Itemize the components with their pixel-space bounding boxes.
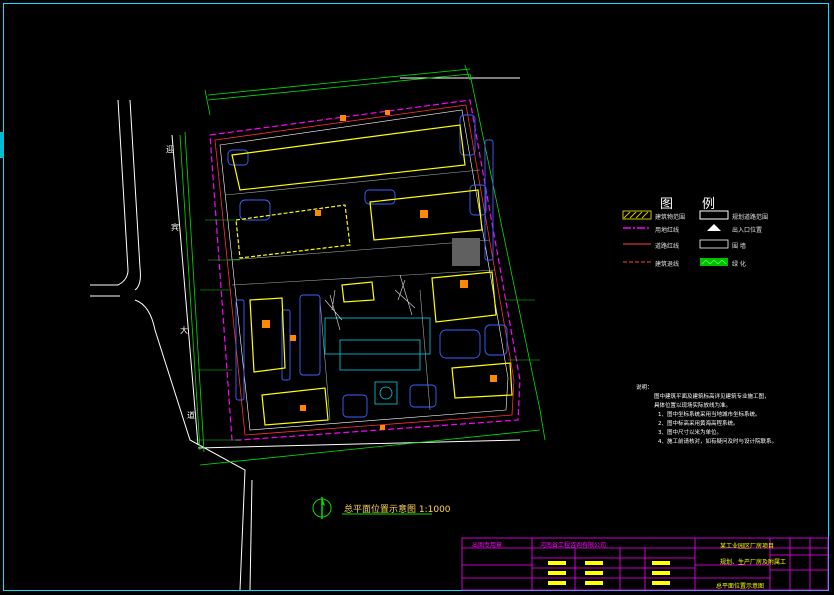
legend-item-building: 建筑物范围: [655, 214, 686, 221]
title-block-project: 某工业园区厂房项目: [720, 543, 775, 550]
internal-roads: [224, 169, 496, 421]
road-char-1: 迎: [166, 145, 174, 154]
buildings: [231, 124, 513, 426]
notes-line: 具体位置以现场实际放线为准。: [654, 403, 732, 409]
legend-item-road-range: 规划道路范围: [732, 214, 769, 221]
legend-item-road-line: 道路红线: [655, 243, 680, 250]
title-block-subtitle: 规划、生产厂房及附属工: [720, 559, 787, 566]
road-char-4: 道: [187, 411, 195, 420]
legend-item-setback: 建筑退线: [655, 261, 680, 268]
site-boundary: [209, 99, 521, 441]
legend-item-green: 绿 化: [732, 261, 746, 268]
legend-item-wall: 围 墙: [732, 243, 746, 250]
trees: [324, 274, 416, 331]
road-char-3: 大: [180, 326, 188, 335]
legend-title-right: 例: [702, 197, 718, 212]
notes-line: 4、施工前请核对，如有疑问及时与设计院联系。: [658, 439, 778, 445]
title-block-stamp: 出图专用章: [472, 542, 503, 549]
green-annotations: [195, 219, 540, 441]
notes-line: 3、图中尺寸以米为单位。: [658, 430, 723, 436]
title-block-company: 河南省工程咨询有限公司: [540, 542, 607, 549]
notes-line: 图中建筑平面及建筑标高详见建筑专业施工图，: [654, 394, 770, 400]
road-char-2: 宾: [171, 223, 179, 232]
notes-line: 1、图中坐标系统采用当地城市坐标系统。: [658, 412, 761, 418]
notes-line: 2、图中标高采用黄海高程系统。: [658, 421, 739, 427]
legend-title-left: 图: [660, 197, 676, 212]
legend-item-entrance: 出入口位置: [732, 227, 763, 234]
notes-heading: 说明：: [636, 385, 653, 391]
title-block-drawing-name: 总平面位置示意图: [716, 583, 765, 590]
central-plaza: [324, 317, 431, 405]
title-block-cells: [548, 561, 670, 585]
north-arrow: [312, 497, 332, 519]
external-roads: [90, 77, 521, 591]
dimension-lines: [179, 64, 546, 466]
design-notes: 说明： 图中建筑平面及建筑标高详见建筑专业施工图， 具体位置以现场实际放线为准。…: [636, 384, 777, 447]
equipment-block: [452, 238, 480, 266]
legend-item-site-line: 用地红线: [655, 227, 680, 234]
drawing-title: 总平面位置示意图 1:1000: [344, 505, 451, 515]
